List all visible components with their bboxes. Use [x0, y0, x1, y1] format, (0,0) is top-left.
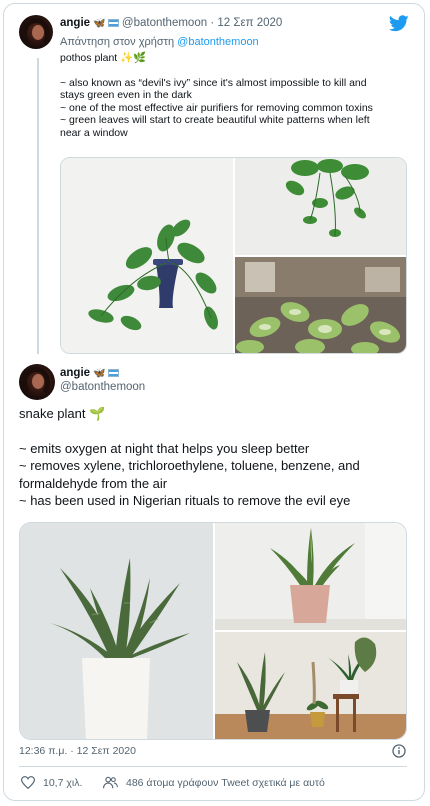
handle[interactable]: @batonthemoon: [122, 17, 207, 29]
flag-icon: [107, 19, 119, 27]
tweet-line: ~ also known as “devil's ivy” since it's…: [60, 76, 367, 89]
people-tweeting-action[interactable]: 486 άτομα γράφουν Tweet σχετικά με αυτό: [103, 776, 325, 789]
tweet-line: ~ one of the most effective air purifier…: [60, 101, 373, 114]
snake-plant-photo-3[interactable]: [215, 632, 406, 739]
reply-handle-link[interactable]: @batonthemoon: [177, 36, 259, 48]
snake-plant-photo-1[interactable]: [20, 523, 213, 739]
flag-icon: [107, 369, 119, 377]
twitter-bird-icon[interactable]: [389, 15, 409, 32]
people-icon: [103, 776, 118, 789]
divider: [19, 766, 407, 767]
tweet1-author-row: angie 🦋 @batonthemoon · 12 Σεπ 2020: [60, 17, 282, 29]
snake-plant-photo-2[interactable]: [215, 523, 406, 630]
tweet1-media-grid: [60, 157, 407, 354]
reply-context: Απάντηση στον χρήστη @batonthemoon: [60, 36, 259, 48]
display-name[interactable]: angie: [60, 367, 90, 379]
tweet1-body: pothos plant ✨🌿 ~ also known as “devil's…: [60, 52, 410, 140]
tweet-line: pothos plant ✨🌿: [60, 52, 147, 64]
pothos-photo-1[interactable]: [61, 158, 233, 353]
avatar[interactable]: [19, 364, 55, 400]
butterfly-emoji: 🦋: [93, 18, 106, 29]
tweet-line: ~ has been used in Nigerian rituals to r…: [19, 493, 351, 508]
like-action[interactable]: 10,7 χιλ.: [21, 776, 82, 789]
people-tweeting-text: 486 άτομα γράφουν Tweet σχετικά με αυτό: [126, 776, 325, 789]
tweet2-body: snake plant 🌱 ~ emits oxygen at night th…: [19, 405, 414, 510]
tweet2-author-row: angie 🦋: [60, 367, 119, 379]
pothos-photo-3[interactable]: [235, 257, 406, 353]
avatar[interactable]: [19, 15, 53, 49]
tweet-line: snake plant 🌱: [19, 406, 106, 421]
tweet-line: near a window: [60, 126, 128, 139]
date-separator: ·: [210, 17, 215, 29]
tweet-timestamp[interactable]: 12:36 π.μ. · 12 Σεπ 2020: [19, 745, 136, 757]
tweet-date[interactable]: 12 Σεπ 2020: [217, 17, 282, 29]
tweet-line: formaldehyde from the air: [19, 475, 168, 491]
heart-icon: [21, 776, 35, 789]
pothos-photo-2[interactable]: [235, 158, 406, 255]
like-count: 10,7 χιλ.: [43, 776, 83, 789]
tweet-line: stays green even in the dark: [60, 89, 192, 102]
tweet-line: ~ emits oxygen at night that helps you s…: [19, 440, 310, 456]
tweet-line: ~ removes xylene, trichloroethylene, tol…: [19, 458, 360, 473]
reply-prefix: Απάντηση στον χρήστη: [60, 36, 175, 48]
tweet-line: ~ green leaves will start to create beau…: [60, 114, 370, 127]
butterfly-emoji: 🦋: [93, 368, 106, 379]
tweet2-handle[interactable]: @batonthemoon: [60, 381, 145, 393]
info-icon[interactable]: [392, 744, 406, 758]
reply-thread-line: [37, 58, 39, 354]
display-name[interactable]: angie: [60, 17, 90, 29]
tweet2-media-grid: [19, 522, 407, 740]
